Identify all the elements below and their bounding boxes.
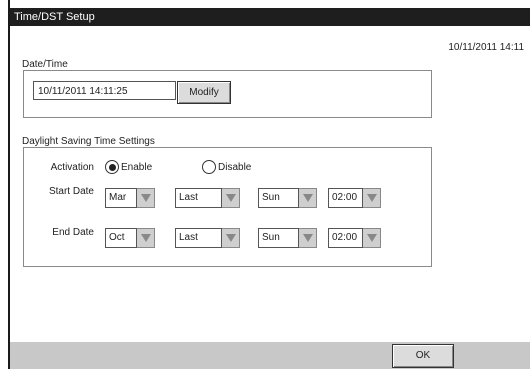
end-month-value: Oct xyxy=(105,228,137,248)
triangle-down-icon[interactable] xyxy=(299,228,317,248)
start-week-value: Last xyxy=(175,188,222,208)
activation-label: Activation xyxy=(50,162,94,173)
dst-section-label: Daylight Saving Time Settings xyxy=(22,136,155,147)
triangle-down-icon[interactable] xyxy=(363,228,381,248)
start-day-select[interactable]: Sun xyxy=(258,188,317,208)
window-title: Time/DST Setup xyxy=(10,8,530,26)
time-dst-setup-window: Time/DST Setup 10/11/2011 14:11 Date/Tim… xyxy=(8,0,530,369)
start-time-value: 02:00 xyxy=(328,188,363,208)
start-month-select[interactable]: Mar xyxy=(105,188,155,208)
disable-label: Disable xyxy=(218,161,252,173)
start-date-label: Start Date xyxy=(48,186,94,197)
datetime-section-label: Date/Time xyxy=(22,59,68,70)
start-week-select[interactable]: Last xyxy=(175,188,240,208)
triangle-down-icon[interactable] xyxy=(222,188,240,208)
triangle-down-icon[interactable] xyxy=(299,188,317,208)
triangle-down-icon[interactable] xyxy=(363,188,381,208)
start-time-select[interactable]: 02:00 xyxy=(328,188,381,208)
modify-button[interactable]: Modify xyxy=(177,81,231,104)
end-month-select[interactable]: Oct xyxy=(105,228,155,248)
end-time-select[interactable]: 02:00 xyxy=(328,228,381,248)
end-time-value: 02:00 xyxy=(328,228,363,248)
end-day-select[interactable]: Sun xyxy=(258,228,317,248)
triangle-down-icon[interactable] xyxy=(137,228,155,248)
current-clock: 10/11/2011 14:11 xyxy=(448,42,524,53)
radio-unselected-icon xyxy=(202,160,216,174)
triangle-down-icon[interactable] xyxy=(222,228,240,248)
enable-radio[interactable]: Enable xyxy=(105,160,152,174)
end-week-select[interactable]: Last xyxy=(175,228,240,248)
end-week-value: Last xyxy=(175,228,222,248)
ok-button[interactable]: OK xyxy=(392,344,454,368)
start-day-value: Sun xyxy=(258,188,299,208)
start-month-value: Mar xyxy=(105,188,137,208)
radio-selected-icon xyxy=(105,160,119,174)
datetime-field[interactable]: 10/11/2011 14:11:25 xyxy=(33,81,176,100)
end-day-value: Sun xyxy=(258,228,299,248)
triangle-down-icon[interactable] xyxy=(137,188,155,208)
enable-label: Enable xyxy=(121,161,153,173)
disable-radio[interactable]: Disable xyxy=(202,160,251,174)
end-date-label: End Date xyxy=(52,227,94,238)
